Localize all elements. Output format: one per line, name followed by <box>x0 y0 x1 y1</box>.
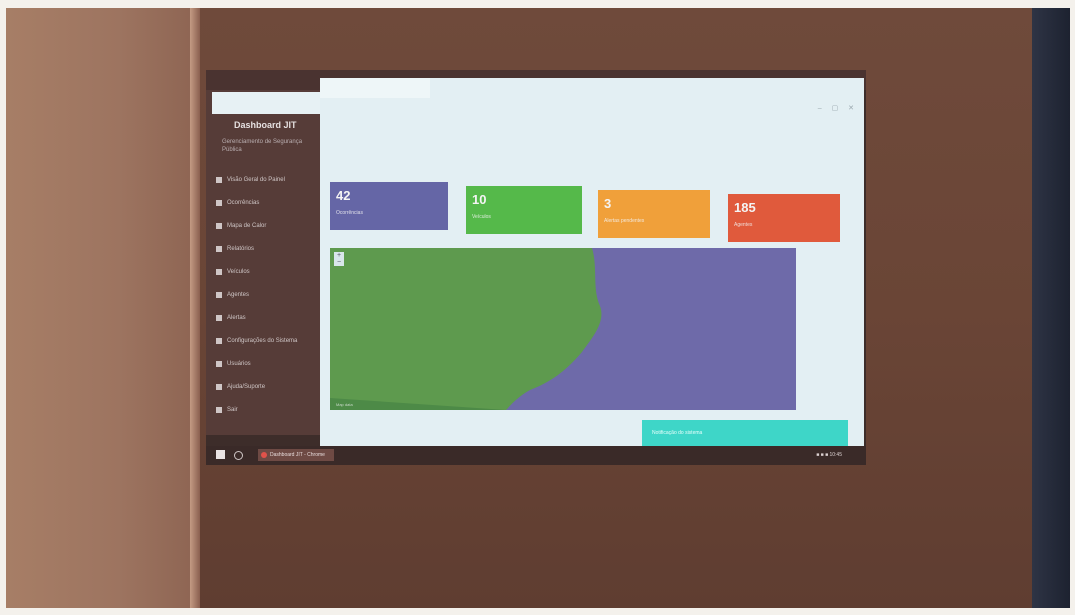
sidebar-subtitle: Gerenciamento de Segurança Pública <box>222 139 303 153</box>
stat-value: 10 <box>472 192 487 207</box>
sidebar-item-logout[interactable]: ■ Sair <box>216 398 322 421</box>
sidebar-item-overview[interactable]: ■ Visão Geral do Painel <box>216 168 322 191</box>
stat-value: 42 <box>336 188 351 203</box>
stat-label: Ocorrências <box>336 210 363 216</box>
wall-seam <box>190 8 200 608</box>
help-icon: ■ <box>216 383 222 390</box>
windows-start-icon[interactable] <box>216 450 225 459</box>
sidebar-item-vehicles[interactable]: ■ Veículos <box>216 260 322 283</box>
home-icon: ■ <box>216 176 222 183</box>
search-icon[interactable] <box>234 451 243 460</box>
sidebar-item-label: Veículos <box>227 268 250 275</box>
logout-icon: ■ <box>216 406 222 413</box>
sidebar-item-label: Ajuda/Suporte <box>227 383 266 390</box>
content-header-band <box>320 78 430 98</box>
sidebar-item-agents[interactable]: ■ Agentes <box>216 283 322 306</box>
toast-text: Notificação do sistema <box>652 430 703 436</box>
sidebar: Dashboard JIT Gerenciamento de Segurança… <box>206 90 324 435</box>
stat-tile-incidents[interactable]: 42 Ocorrências <box>330 182 448 230</box>
system-tray[interactable]: ■ ■ ■ 10:45 <box>816 452 842 458</box>
sidebar-item-reports[interactable]: ■ Relatórios <box>216 237 322 260</box>
sidebar-item-label: Sair <box>227 406 238 413</box>
sidebar-item-label: Relatórios <box>227 245 255 252</box>
stat-label: Veículos <box>472 214 491 220</box>
sidebar-item-users[interactable]: ■ Usuários <box>216 352 322 375</box>
projected-screen: Dashboard JIT Gerenciamento de Segurança… <box>206 70 866 465</box>
map-panel[interactable]: + − Map data <box>330 248 796 410</box>
map-icon: ■ <box>216 222 222 229</box>
sidebar-item-label: Ocorrências <box>227 199 260 206</box>
sidebar-brand[interactable]: Dashboard JIT <box>234 120 297 130</box>
stat-label: Alertas pendentes <box>604 218 645 224</box>
curtain-right <box>1032 8 1070 608</box>
map-zoom-controls[interactable]: + − <box>334 252 344 266</box>
gear-icon: ■ <box>216 337 222 344</box>
sidebar-item-label: Alertas <box>227 314 246 321</box>
sidebar-item-help[interactable]: ■ Ajuda/Suporte <box>216 375 322 398</box>
user-icon: ■ <box>216 360 222 367</box>
sidebar-item-label: Agentes <box>227 291 250 298</box>
map-attribution: Map data <box>336 402 353 407</box>
sidebar-item-settings[interactable]: ■ Configurações do Sistema <box>216 329 322 352</box>
car-icon: ■ <box>216 268 222 275</box>
wall-left <box>6 8 194 608</box>
map-land <box>330 248 602 410</box>
sidebar-item-label: Usuários <box>227 360 251 367</box>
stat-tile-pending-alerts[interactable]: 3 Alertas pendentes <box>598 190 710 238</box>
sidebar-item-incidents[interactable]: ■ Ocorrências <box>216 191 322 214</box>
stat-label: Agentes <box>734 222 753 228</box>
sidebar-item-label: Visão Geral do Painel <box>227 176 285 183</box>
window-controls[interactable]: – ▢ ✕ <box>818 104 858 112</box>
taskbar: Dashboard JIT - Chrome ■ ■ ■ 10:45 <box>206 446 866 465</box>
notification-toast[interactable]: Notificação do sistema <box>642 420 848 448</box>
stat-tile-vehicles[interactable]: 10 Veículos <box>466 186 582 234</box>
main-content: – ▢ ✕ 42 Ocorrências 10 Veículos 3 Alert… <box>320 78 864 454</box>
taskbar-app-button[interactable]: Dashboard JIT - Chrome <box>258 449 334 461</box>
stat-value: 3 <box>604 196 612 211</box>
users-icon: ■ <box>216 291 222 298</box>
taskbar-app-label: Dashboard JIT - Chrome <box>270 452 325 458</box>
sidebar-item-alerts[interactable]: ■ Alertas <box>216 306 322 329</box>
stat-tile-agents[interactable]: 185 Agentes <box>728 194 840 242</box>
sidebar-menu: ■ Visão Geral do Painel ■ Ocorrências ■ Map… <box>216 168 322 421</box>
map-coastline <box>330 248 602 410</box>
chrome-icon <box>261 452 267 458</box>
photo-background: Dashboard JIT Gerenciamento de Segurança… <box>6 8 1070 608</box>
sidebar-top-band <box>212 92 324 114</box>
stat-value: 185 <box>734 200 756 215</box>
sidebar-item-label: Mapa de Calor <box>227 222 267 229</box>
sidebar-item-heatmap[interactable]: ■ Mapa de Calor <box>216 214 322 237</box>
list-icon: ■ <box>216 199 222 206</box>
sidebar-item-label: Configurações do Sistema <box>227 337 298 344</box>
bell-icon: ■ <box>216 314 222 321</box>
chart-icon: ■ <box>216 245 222 252</box>
